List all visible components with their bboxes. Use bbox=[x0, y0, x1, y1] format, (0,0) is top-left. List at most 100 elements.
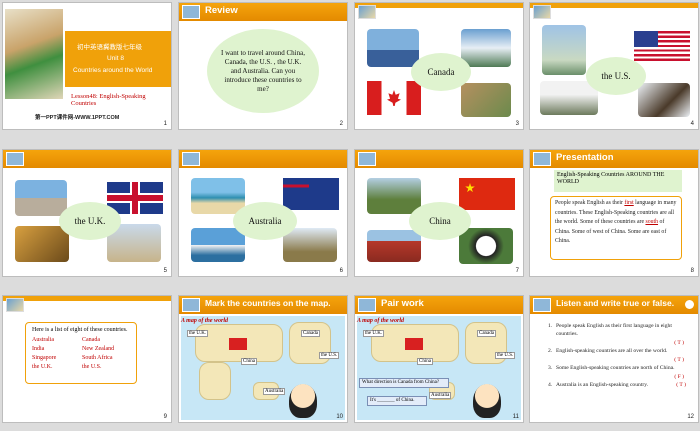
map-label: China bbox=[241, 358, 257, 365]
country-item: South Africa bbox=[82, 355, 113, 361]
question-text: What direction is Canada from China? bbox=[362, 380, 440, 385]
slide-number: 9 bbox=[163, 414, 167, 420]
great-wall-image bbox=[367, 178, 421, 214]
slide-number: 8 bbox=[690, 268, 694, 274]
sydney-opera-house-image bbox=[191, 228, 245, 262]
photo-icon bbox=[358, 298, 376, 312]
map-title: A map of the world bbox=[181, 318, 229, 324]
map-label: Canada bbox=[301, 330, 320, 337]
photo-icon bbox=[182, 298, 200, 312]
list-row: Australia Canada bbox=[32, 336, 130, 345]
top-strip bbox=[530, 3, 698, 8]
slide-title: Presentation bbox=[556, 152, 614, 163]
slide-number: 6 bbox=[339, 268, 343, 274]
answer-text: It's _______ of China. bbox=[370, 398, 415, 403]
slide-title: Listen and write true or false. bbox=[556, 298, 675, 308]
china-flag-image bbox=[459, 178, 515, 210]
list-intro: Here is a list of eight of these countri… bbox=[32, 327, 128, 333]
lesson-title: Lesson48: English-Speaking Countries bbox=[71, 93, 146, 107]
slide-title: Pair work bbox=[381, 298, 424, 309]
list-row: India New Zealand bbox=[32, 345, 130, 354]
people-image bbox=[461, 83, 511, 117]
toronto-skyline-image bbox=[367, 29, 419, 67]
item-text: English-speaking countries are all over … bbox=[556, 348, 668, 354]
country-item: India bbox=[32, 346, 45, 352]
slide-number: 7 bbox=[515, 268, 519, 274]
speaker-icon[interactable] bbox=[685, 300, 694, 309]
country-name: Australia bbox=[248, 216, 282, 226]
country-name: the U.S. bbox=[601, 71, 631, 81]
slide-8-thumbnail[interactable]: Presentation English-Speaking Countries … bbox=[529, 149, 699, 277]
paragraph-part-1: People speak English as their bbox=[555, 200, 625, 206]
china-region bbox=[405, 338, 423, 350]
beach-image bbox=[191, 178, 245, 214]
slide-number: 12 bbox=[687, 414, 694, 420]
country-item: Australia bbox=[32, 337, 54, 343]
speech-bubble: I want to travel around China, Canada, t… bbox=[207, 29, 319, 113]
slide-7-thumbnail[interactable]: China 7 bbox=[354, 149, 524, 277]
subheader-text: English-Speaking Countries AROUND THE WO… bbox=[557, 172, 665, 185]
photo-icon bbox=[182, 5, 200, 19]
title-bar: Mark the countries on the map. bbox=[179, 296, 347, 314]
world-map: A map of the world the U.K. Canada China… bbox=[181, 316, 345, 420]
answer-mark: ( T ) bbox=[674, 340, 684, 346]
answer-mark: ( T ) bbox=[676, 382, 686, 388]
stars-canton bbox=[634, 31, 658, 47]
map-label: the U.K. bbox=[363, 330, 385, 337]
lion-image bbox=[15, 226, 69, 262]
statement-item: 2. English-speaking countries are all ove… bbox=[548, 347, 694, 355]
list-row: the U.K. the U.S. bbox=[32, 363, 130, 372]
map-label: Australia bbox=[263, 388, 286, 395]
statement-list: 1. People speak English as their first la… bbox=[548, 322, 694, 389]
slide-5-thumbnail[interactable]: the U.K. 5 bbox=[2, 149, 172, 277]
item-number: 1. bbox=[548, 323, 553, 329]
flag-cross-red-v bbox=[132, 182, 138, 214]
hollywood-sign-image bbox=[540, 81, 598, 115]
statue-of-liberty-image bbox=[542, 25, 586, 75]
slide-9-thumbnail[interactable]: Here is a list of eight of these countri… bbox=[2, 295, 172, 423]
statement-item: 4. Australia is an English-speaking count… bbox=[548, 381, 694, 389]
map-continent-africa bbox=[199, 362, 231, 400]
slide-number: 2 bbox=[339, 121, 343, 127]
slide-number: 11 bbox=[512, 414, 519, 420]
statement-item: 1. People speak English as their first la… bbox=[548, 322, 694, 338]
title-bar: Pair work bbox=[355, 296, 523, 314]
slide-number: 4 bbox=[690, 121, 694, 127]
unit-number: Unit 8 bbox=[107, 55, 124, 62]
country-item: New Zealand bbox=[82, 346, 115, 352]
slide-12-thumbnail[interactable]: Listen and write true or false. 1. People… bbox=[529, 295, 699, 423]
buckingham-palace-image bbox=[15, 180, 67, 216]
country-bubble: Canada bbox=[411, 53, 471, 91]
item-text: People speak English as their first lang… bbox=[556, 323, 672, 337]
statement-item: 3. Some English-speaking countries are no… bbox=[548, 364, 694, 372]
world-map: A map of the world the U.K. Canada China… bbox=[357, 316, 521, 420]
usa-flag-image bbox=[634, 31, 690, 61]
question-box: What direction is Canada from China? bbox=[359, 378, 449, 388]
slide-10-thumbnail[interactable]: Mark the countries on the map. A map of … bbox=[178, 295, 348, 423]
slide-2-thumbnail[interactable]: Review I want to travel around China, Ca… bbox=[178, 2, 348, 130]
photo-icon bbox=[358, 152, 376, 166]
slide-1-thumbnail[interactable]: 初中英语冀教版七年级 Unit 8 Countries around the W… bbox=[2, 2, 172, 130]
item-text: Australia is an English-speaking country… bbox=[556, 382, 649, 388]
answer-mark: ( T ) bbox=[674, 357, 684, 363]
slide-6-thumbnail[interactable]: Australia 6 bbox=[178, 149, 348, 277]
country-item: the U.K. bbox=[32, 364, 53, 370]
forbidden-city-image bbox=[367, 230, 421, 262]
title-bar bbox=[179, 150, 347, 168]
kangaroo-image bbox=[283, 228, 337, 262]
cartoon-boy-image bbox=[289, 384, 317, 418]
photo-icon bbox=[533, 152, 551, 166]
slide-3-thumbnail[interactable]: Canada 3 bbox=[354, 2, 524, 130]
course-name: 初中英语冀教版七年级 bbox=[77, 44, 142, 51]
slide-11-thumbnail[interactable]: Pair work A map of the world the U.K. Ca… bbox=[354, 295, 524, 423]
canada-flag-image bbox=[367, 81, 421, 115]
item-number: 3. bbox=[548, 365, 553, 371]
photo-icon bbox=[6, 298, 24, 312]
slide-4-thumbnail[interactable]: the U.S. 4 bbox=[529, 2, 699, 130]
country-bubble: the U.K. bbox=[59, 202, 121, 240]
top-strip bbox=[355, 3, 523, 8]
bubble-text: I want to travel around China, Canada, t… bbox=[221, 48, 305, 93]
map-label: Canada bbox=[477, 330, 496, 337]
slide-title: Review bbox=[205, 5, 238, 16]
country-item: Canada bbox=[82, 337, 100, 343]
